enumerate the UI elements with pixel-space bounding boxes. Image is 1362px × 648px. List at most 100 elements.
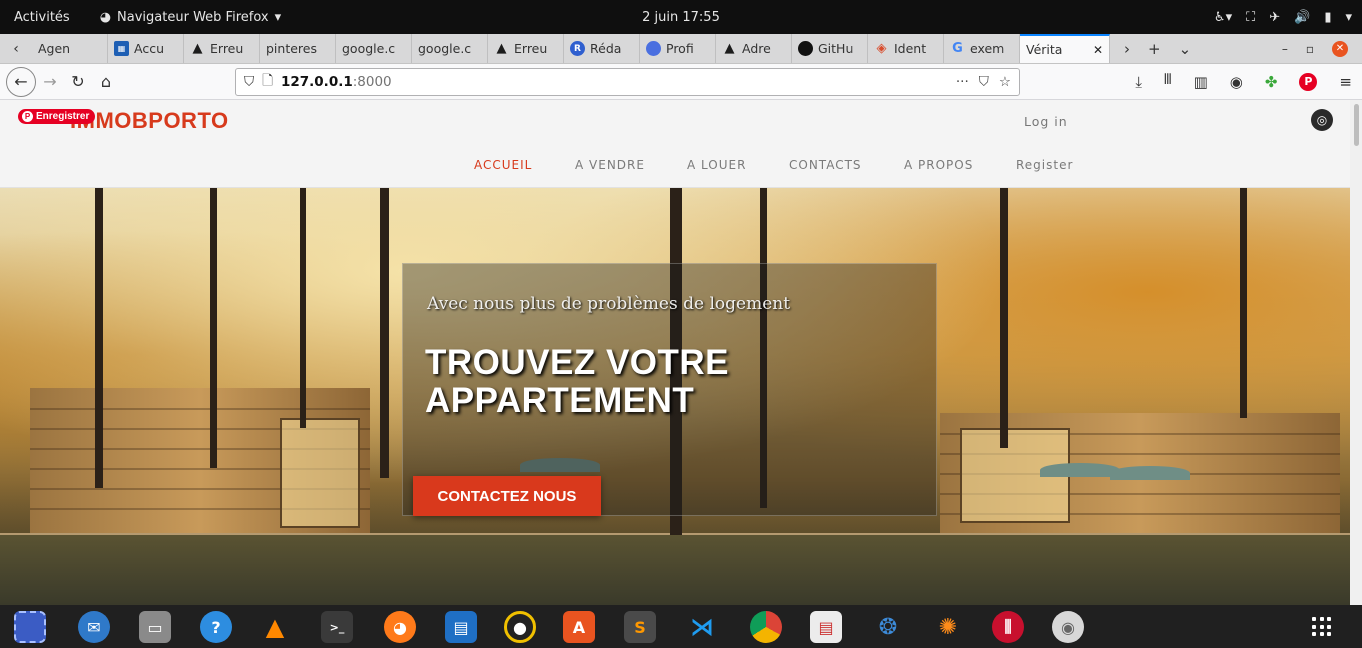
reda-icon: R xyxy=(570,41,585,56)
minimize-icon[interactable]: – xyxy=(1282,42,1288,56)
tab-3[interactable]: pinteres xyxy=(260,34,336,63)
tab-2[interactable]: ▲ Erreu xyxy=(184,34,260,63)
reload-icon[interactable]: ↻ xyxy=(64,68,92,96)
pocket-icon[interactable]: ⛉ xyxy=(979,74,989,90)
tab-scroll-left-icon[interactable]: ‹ xyxy=(0,34,32,63)
menu-item-accueil[interactable]: ACCUEIL xyxy=(474,158,532,172)
bookmark-star-icon[interactable]: ☆ xyxy=(999,74,1011,90)
activities-button[interactable]: Activités xyxy=(14,10,70,25)
files-icon[interactable]: ▭ xyxy=(139,611,171,643)
site-icon: ▦ xyxy=(114,41,129,56)
forward-icon[interactable]: → xyxy=(36,68,64,96)
app-menu-label: Navigateur Web Firefox xyxy=(117,9,269,25)
login-link[interactable]: Log in xyxy=(1024,114,1068,129)
account-icon[interactable]: ◉ xyxy=(1230,73,1243,91)
menu-item-register[interactable]: Register xyxy=(1016,158,1073,172)
contact-us-button[interactable]: CONTACTEZ NOUS xyxy=(413,476,601,516)
url-text[interactable]: 127.0.0.1:8000 xyxy=(281,74,392,90)
tab-scroll-right-icon[interactable]: › xyxy=(1124,40,1130,58)
tab-11[interactable]: ◈ Ident xyxy=(868,34,944,63)
close-window-icon[interactable]: ✕ xyxy=(1332,40,1348,57)
page-scrollbar[interactable] xyxy=(1350,100,1362,605)
vlc-icon[interactable]: ▲ xyxy=(259,611,291,643)
home-icon[interactable]: ⌂ xyxy=(92,68,120,96)
tab-label: Erreu xyxy=(514,41,548,56)
tab-label: Erreu xyxy=(210,41,244,56)
google-icon: G xyxy=(952,41,963,56)
tab-1[interactable]: ▦ Accu xyxy=(108,34,184,63)
ubuntu-dock: ✉ ▭ ? ▲ >_ ◕ ▤ ● A S ⋊ ▤ ❂ ✺ ⫼ ◉ xyxy=(0,605,1362,648)
tab-active[interactable]: Vérita ✕ xyxy=(1020,34,1110,63)
tab-6[interactable]: ▲ Erreu xyxy=(488,34,564,63)
identity-icon: ◈ xyxy=(876,41,887,56)
vscode-icon[interactable]: ⋊ xyxy=(686,611,718,643)
tab-10[interactable]: GitHu xyxy=(792,34,868,63)
hero-banner: Avec nous plus de problèmes de logement … xyxy=(0,188,1350,605)
warning-icon: ▲ xyxy=(496,41,507,56)
menu-item-a-vendre[interactable]: A VENDRE xyxy=(575,158,645,172)
tracking-shield-icon[interactable]: ⛉ xyxy=(244,74,254,90)
chrome-icon[interactable] xyxy=(750,611,782,643)
show-applications-icon[interactable] xyxy=(1312,617,1332,637)
app-menu[interactable]: ◕ Navigateur Web Firefox ▾ xyxy=(100,10,281,25)
text-editor-icon[interactable]: ▤ xyxy=(445,611,477,643)
lens-icon[interactable]: ◎ xyxy=(1311,109,1333,131)
clock[interactable]: 2 juin 17:55 xyxy=(642,10,720,25)
page-actions-icon[interactable]: ··· xyxy=(956,74,969,90)
sidebar-icon[interactable]: ▥ xyxy=(1194,73,1208,91)
thunderbird-icon[interactable]: ✉ xyxy=(78,611,110,643)
tab-4[interactable]: google.c xyxy=(336,34,412,63)
network-icon[interactable]: ⛶ xyxy=(1246,10,1255,25)
tab-8[interactable]: Profi xyxy=(640,34,716,63)
app-icon-red[interactable]: ⫼ xyxy=(992,611,1024,643)
tab-7[interactable]: R Réda xyxy=(564,34,640,63)
rhythmbox-icon[interactable]: ● xyxy=(504,611,536,643)
tab-label: Adre xyxy=(742,41,771,56)
terminal-icon[interactable]: >_ xyxy=(321,611,353,643)
battery-icon[interactable]: ▮ xyxy=(1324,10,1331,25)
hero-headline-line-2: APPARTEMENT xyxy=(425,381,695,420)
scrollbar-thumb[interactable] xyxy=(1354,104,1359,146)
pinterest-extension-icon[interactable]: P xyxy=(1299,72,1318,91)
extension-icon[interactable]: ✤ xyxy=(1265,73,1278,91)
back-icon[interactable]: ← xyxy=(6,66,36,97)
pinterest-save-button[interactable]: P Enregistrer xyxy=(18,109,96,124)
tab-label: Ident xyxy=(894,41,927,56)
library-icon[interactable]: 𝍫 xyxy=(1164,69,1172,94)
menu-item-contacts[interactable]: CONTACTS xyxy=(789,158,862,172)
maximize-icon[interactable]: ▫ xyxy=(1306,42,1314,56)
system-menu-chevron-icon[interactable]: ▾ xyxy=(1345,10,1352,25)
accessibility-icon[interactable]: ♿▾ xyxy=(1214,10,1232,25)
tab-strip: ‹ Agen ▦ Accu ▲ Erreu pinteres google.c go… xyxy=(0,34,1362,64)
tab-9[interactable]: ▲ Adre xyxy=(716,34,792,63)
tab-0[interactable]: Agen xyxy=(32,34,108,63)
download-icon[interactable]: ⤓ xyxy=(1135,73,1142,91)
tab-5[interactable]: google.c xyxy=(412,34,488,63)
chevron-down-icon: ▾ xyxy=(274,9,282,25)
firefox-icon[interactable]: ◕ xyxy=(384,611,416,643)
volume-icon[interactable]: 🔊 xyxy=(1294,10,1310,25)
hero-headline-line-1: TROUVEZ VOTRE xyxy=(425,343,730,382)
sublime-text-icon[interactable]: S xyxy=(624,611,656,643)
screenshot-app-icon[interactable] xyxy=(14,611,46,643)
software-center-icon[interactable]: A xyxy=(563,611,595,643)
menu-hamburger-icon[interactable]: ≡ xyxy=(1339,73,1352,91)
url-bar[interactable]: ⛉ 🗋 127.0.0.1:8000 ··· ⛉ ☆ xyxy=(235,68,1020,96)
hero-house-left xyxy=(30,388,370,538)
airplane-icon[interactable]: ✈ xyxy=(1269,10,1280,25)
eclipse-icon[interactable]: ❂ xyxy=(872,611,904,643)
close-tab-icon[interactable]: ✕ xyxy=(1093,43,1103,57)
document-viewer-icon[interactable]: ▤ xyxy=(810,611,842,643)
tab-12[interactable]: Gexem xyxy=(944,34,1020,63)
tab-label: exem xyxy=(970,41,1005,56)
postman-icon[interactable]: ✺ xyxy=(932,611,964,643)
firefox-app-icon: ◕ xyxy=(99,9,112,25)
disc-icon[interactable]: ◉ xyxy=(1052,611,1084,643)
list-all-tabs-icon[interactable]: ⌄ xyxy=(1179,40,1192,58)
menu-item-a-propos[interactable]: A PROPOS xyxy=(904,158,973,172)
tab-label: Profi xyxy=(666,41,694,56)
menu-item-a-louer[interactable]: A LOUER xyxy=(687,158,746,172)
new-tab-icon[interactable]: + xyxy=(1148,40,1161,58)
tab-label: google.c xyxy=(418,41,472,56)
help-icon[interactable]: ? xyxy=(200,611,232,643)
